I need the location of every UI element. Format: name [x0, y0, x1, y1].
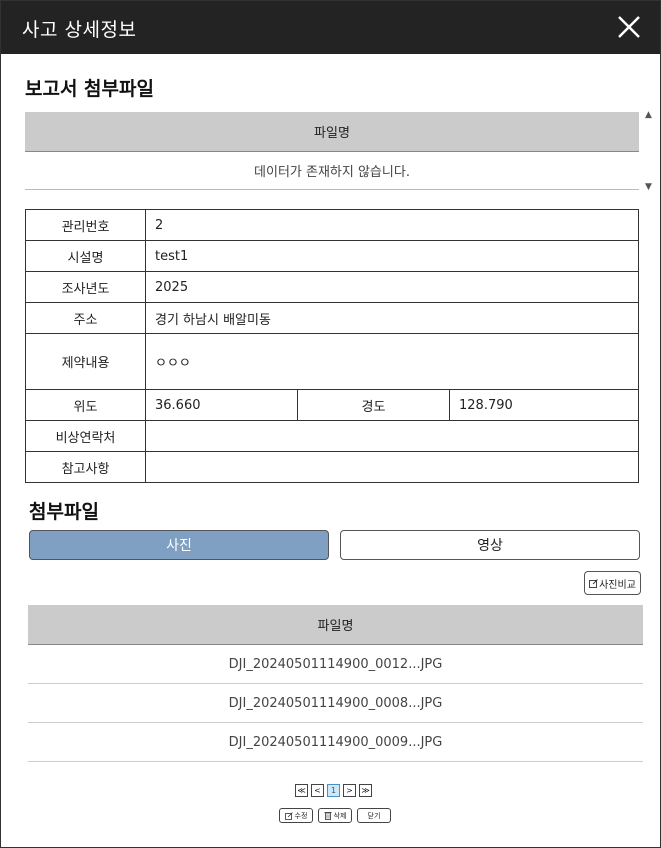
- report-column-header: 파일명: [25, 112, 639, 152]
- facility-label: 시설명: [25, 240, 146, 272]
- address-value: 경기 하남시 배알미동: [145, 302, 639, 334]
- delete-button[interactable]: 삭제: [318, 808, 352, 823]
- table-row: 관리번호 2: [25, 209, 639, 241]
- close-label: 닫기: [367, 811, 381, 820]
- external-link-icon: [589, 578, 598, 588]
- trash-icon: [324, 812, 332, 820]
- address-label: 주소: [25, 302, 146, 334]
- next-page-button[interactable]: >: [343, 784, 356, 797]
- current-page-button[interactable]: 1: [327, 784, 340, 797]
- latitude-value: 36.660: [145, 389, 298, 421]
- report-file-table: 파일명 데이터가 존재하지 않습니다.: [25, 112, 639, 190]
- file-column-header: 파일명: [28, 605, 643, 645]
- detail-info-table: 관리번호 2 시설명 test1 조사년도 2025 주소 경기 하남시 배알미…: [25, 209, 639, 483]
- table-row: 조사년도 2025: [25, 271, 639, 303]
- modal-header: 사고 상세정보: [1, 1, 660, 54]
- table-row: 위도 36.660 경도 128.790: [25, 389, 639, 421]
- attachment-file-table: 파일명 DJI_20240501114900_0012...JPG DJI_20…: [28, 605, 643, 762]
- report-section-title: 보고서 첨부파일: [25, 78, 154, 100]
- table-row[interactable]: DJI_20240501114900_0008...JPG: [28, 684, 643, 723]
- scroll-down-arrow-icon[interactable]: ▼: [645, 182, 652, 192]
- facility-value: test1: [145, 240, 639, 272]
- action-buttons: 수정 삭제 닫기: [279, 808, 391, 824]
- content-value: ㅇㅇㅇ: [145, 333, 639, 390]
- photo-compare-label: 사진비교: [599, 579, 636, 591]
- tab-photo[interactable]: 사진: [29, 530, 329, 560]
- content-label: 제약내용: [25, 333, 146, 390]
- table-row: 비상연락처: [25, 420, 639, 452]
- attach-section-title: 첨부파일: [29, 501, 99, 523]
- table-row[interactable]: DJI_20240501114900_0009...JPG: [28, 723, 643, 762]
- longitude-value: 128.790: [449, 389, 639, 421]
- table-row[interactable]: DJI_20240501114900_0012...JPG: [28, 645, 643, 684]
- attachment-tabs: 사진 영상: [29, 530, 641, 560]
- table-row: 시설명 test1: [25, 240, 639, 272]
- first-page-button[interactable]: ≪: [295, 784, 308, 797]
- table-row: 참고사항: [25, 451, 639, 483]
- emergency-contact-value: [145, 420, 639, 452]
- edit-button[interactable]: 수정: [279, 808, 313, 823]
- close-button[interactable]: 닫기: [357, 808, 391, 823]
- close-icon[interactable]: [615, 13, 643, 41]
- mgmt-no-label: 관리번호: [25, 209, 146, 241]
- year-value: 2025: [145, 271, 639, 303]
- mgmt-no-value: 2: [145, 209, 639, 241]
- emergency-contact-label: 비상연락처: [25, 420, 146, 452]
- year-label: 조사년도: [25, 271, 146, 303]
- note-value: [145, 451, 639, 483]
- delete-label: 삭제: [333, 811, 347, 820]
- longitude-label: 경도: [297, 389, 450, 421]
- prev-page-button[interactable]: <: [311, 784, 324, 797]
- note-label: 참고사항: [25, 451, 146, 483]
- accident-detail-modal: 사고 상세정보 보고서 첨부파일 파일명 데이터가 존재하지 않습니다. ▲ ▼…: [0, 0, 661, 848]
- edit-icon: [284, 811, 293, 820]
- photo-compare-button[interactable]: 사진비교: [584, 571, 641, 595]
- last-page-button[interactable]: ≫: [359, 784, 372, 797]
- modal-title: 사고 상세정보: [22, 19, 137, 41]
- edit-label: 수정: [294, 811, 308, 820]
- tab-video[interactable]: 영상: [340, 530, 640, 560]
- scroll-up-arrow-icon[interactable]: ▲: [645, 110, 652, 120]
- latitude-label: 위도: [25, 389, 146, 421]
- table-row: 제약내용 ㅇㅇㅇ: [25, 333, 639, 390]
- report-empty-message: 데이터가 존재하지 않습니다.: [25, 152, 639, 190]
- table-row: 주소 경기 하남시 배알미동: [25, 302, 639, 334]
- pagination: ≪ < 1 > ≫: [295, 784, 372, 798]
